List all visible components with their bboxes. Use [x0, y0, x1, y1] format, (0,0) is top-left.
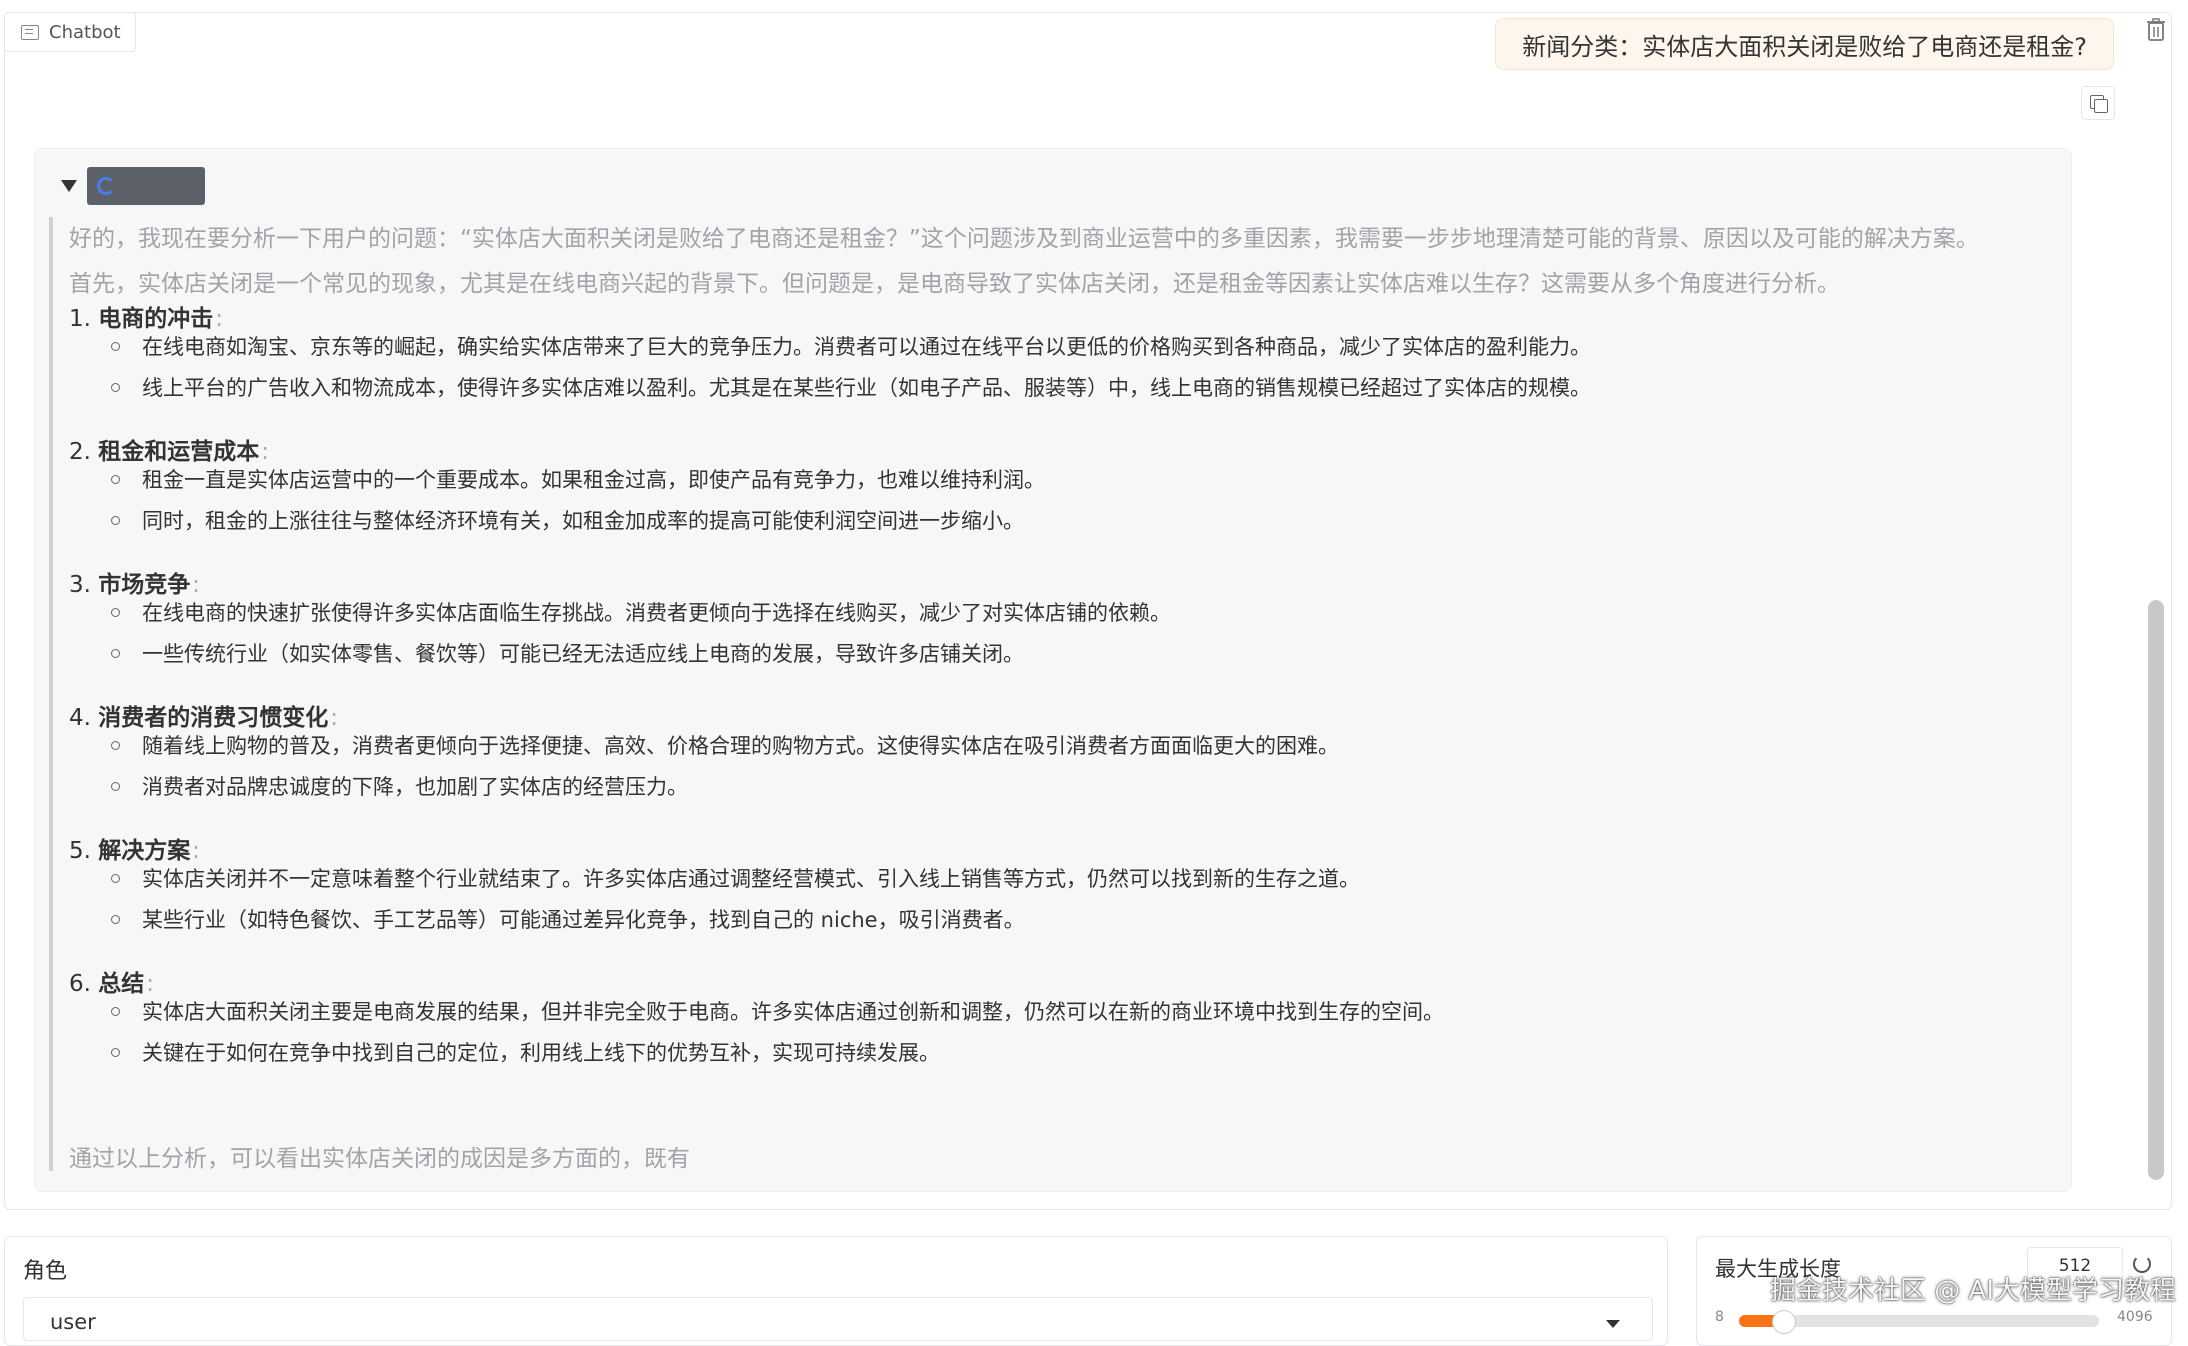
expand-triangle-icon [61, 180, 77, 192]
slider-thumb[interactable] [1771, 1310, 1796, 1334]
slider-min: 8 [1715, 1309, 1724, 1325]
bot-message: 好的，我现在要分析一下用户的问题：“实体店大面积关闭是败给了电商还是租金？”这个… [34, 148, 2072, 1192]
user-message-text: 新闻分类：实体店大面积关闭是败给了电商还是租金? [1522, 32, 2087, 61]
spinner-icon [97, 177, 115, 195]
max-length-slider[interactable] [1739, 1310, 2099, 1334]
thinking-paragraph: 好的，我现在要分析一下用户的问题：“实体店大面积关闭是败给了电商还是租金？”这个… [69, 226, 1979, 252]
role-dropdown[interactable]: user [23, 1297, 1653, 1341]
thinking-paragraph: 首先，实体店关闭是一个常见的现象，尤其是在线电商兴起的背景下。但问题是，是电商导… [69, 271, 1840, 297]
chat-icon [21, 24, 39, 40]
chevron-down-icon [1606, 1320, 1620, 1328]
copy-button[interactable] [2081, 86, 2115, 120]
role-label: 角色 [23, 1259, 68, 1284]
list-item: 同时，租金的上涨往往与整体经济环境有关，如租金加成率的提高可能使利润空间进一步缩… [111, 505, 1024, 535]
chatbot-label: Chatbot [4, 12, 136, 52]
section-title: 1. 电商的冲击: [69, 306, 224, 332]
trash-icon[interactable] [2146, 18, 2166, 42]
section-title: 4. 消费者的消费习惯变化: [69, 705, 339, 731]
thinking-toggle[interactable] [61, 167, 205, 205]
list-item: 线上平台的广告收入和物流成本，使得许多实体店难以盈利。尤其是在某些行业（如电子产… [111, 372, 1591, 402]
section-title: 2. 租金和运营成本: [69, 439, 270, 465]
chatbot-label-text: Chatbot [49, 21, 121, 43]
section-title: 5. 解决方案: [69, 838, 201, 864]
scrollbar[interactable] [2148, 600, 2164, 1180]
quote-bar [49, 217, 53, 1171]
role-panel: 角色 user [4, 1236, 1668, 1346]
section-title: 6. 总结: [69, 971, 155, 997]
list-item: 在线电商的快速扩张使得许多实体店面临生存挑战。消费者更倾向于选择在线购买，减少了… [111, 597, 1171, 627]
list-item: 一些传统行业（如实体零售、餐饮等）可能已经无法适应线上电商的发展，导致许多店铺关… [111, 638, 1024, 668]
role-value: user [50, 1310, 96, 1334]
list-item: 随着线上购物的普及，消费者更倾向于选择便捷、高效、价格合理的购物方式。这使得实体… [111, 730, 1339, 760]
thinking-trailing-text: 通过以上分析，可以看出实体店关闭的成因是多方面的，既有 [69, 1146, 690, 1172]
watermark: 掘金技术社区 @ AI大模型学习教程 [1770, 1276, 2176, 1306]
list-item: 某些行业（如特色餐饮、手工艺品等）可能通过差异化竞争，找到自己的 niche，吸… [111, 904, 1025, 934]
list-item: 消费者对品牌忠诚度的下降，也加剧了实体店的经营压力。 [111, 771, 688, 801]
list-item: 在线电商如淘宝、京东等的崛起，确实给实体店带来了巨大的竞争压力。消费者可以通过在… [111, 331, 1591, 361]
list-item: 租金一直是实体店运营中的一个重要成本。如果租金过高，即使产品有竞争力，也难以维持… [111, 464, 1045, 494]
list-item: 实体店大面积关闭主要是电商发展的结果，但并非完全败于电商。许多实体店通过创新和调… [111, 996, 1444, 1026]
slider-max: 4096 [2117, 1309, 2153, 1325]
list-item: 关键在于如何在竞争中找到自己的定位，利用线上线下的优势互补，实现可持续发展。 [111, 1037, 940, 1067]
list-item: 实体店关闭并不一定意味着整个行业就结束了。许多实体店通过调整经营模式、引入线上销… [111, 863, 1360, 893]
thinking-badge [87, 167, 205, 205]
user-message-bubble: 新闻分类：实体店大面积关闭是败给了电商还是租金? [1495, 18, 2114, 70]
section-title: 3. 市场竞争: [69, 572, 201, 598]
copy-icon-front [2094, 99, 2108, 113]
